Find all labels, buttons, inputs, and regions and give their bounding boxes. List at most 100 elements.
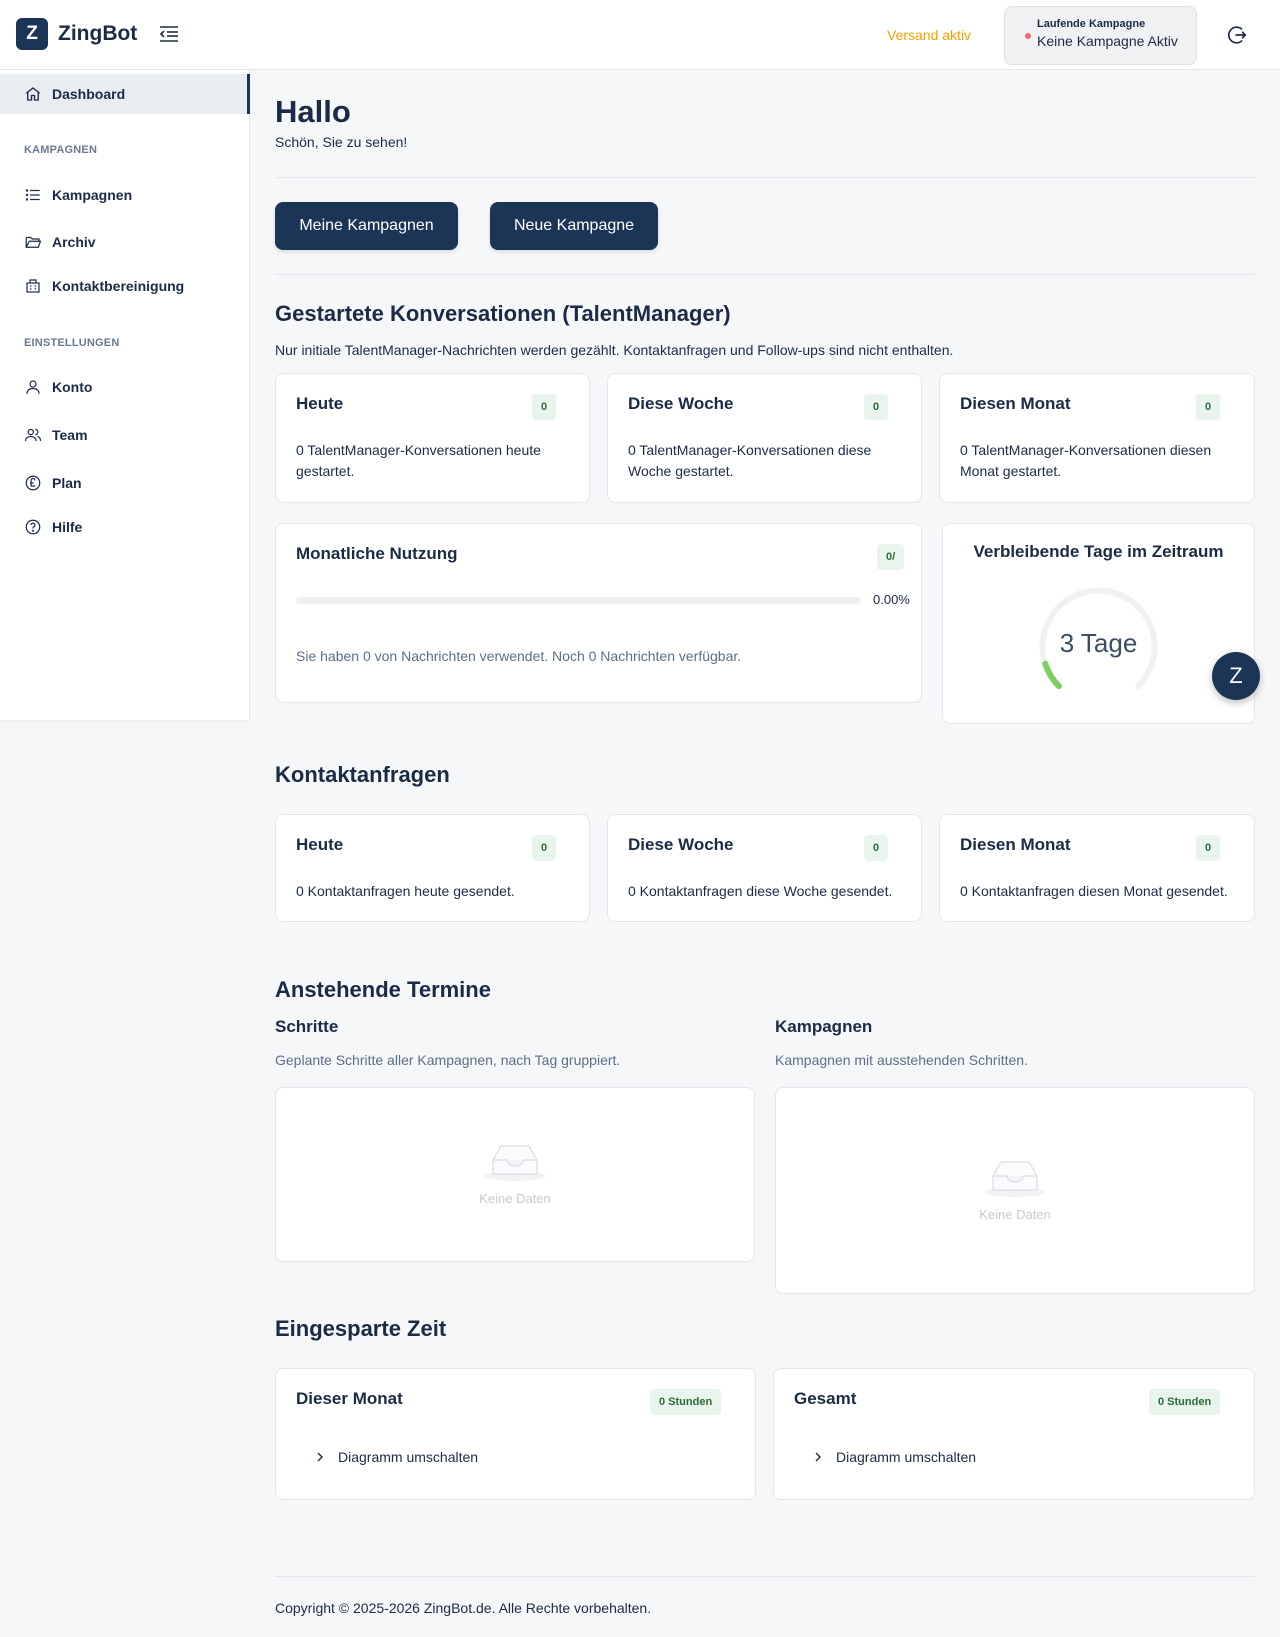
page-title: Hallo bbox=[275, 94, 351, 129]
saved-month-card: Dieser Monat 0 Stunden Diagramm umschalt… bbox=[275, 1368, 756, 1500]
steps-heading: Schritte bbox=[275, 1017, 339, 1036]
count-badge: 0 bbox=[1196, 394, 1221, 420]
contact-card-today: Heute 0 0 Kontaktanfragen heute gesendet… bbox=[275, 814, 590, 922]
chart-toggle[interactable]: Diagramm umschalten bbox=[314, 1449, 478, 1465]
usage-percent: 0.00% bbox=[873, 592, 910, 607]
usage-text: Sie haben 0 von Nachrichten verwendet. N… bbox=[296, 648, 742, 664]
sidebar-item-label: Archiv bbox=[52, 234, 96, 250]
folder-open-icon bbox=[25, 236, 42, 248]
sidebar-item-account[interactable]: Konto bbox=[0, 367, 250, 407]
empty-text: Keine Daten bbox=[979, 1207, 1051, 1222]
sidebar-item-label: Hilfe bbox=[52, 519, 83, 535]
card-title: Diese Woche bbox=[628, 835, 734, 854]
sidebar-item-label: Plan bbox=[52, 475, 82, 491]
help-icon bbox=[25, 519, 41, 535]
gauge-title: Verbleibende Tage im Zeitraum bbox=[973, 542, 1224, 561]
empty-state: Keine Daten bbox=[776, 1156, 1254, 1222]
sidebar-item-label: Team bbox=[52, 427, 88, 443]
gauge-arc bbox=[1042, 660, 1062, 690]
chevron-right-icon bbox=[317, 1452, 323, 1462]
card-title: Gesamt bbox=[794, 1389, 857, 1408]
usage-badge: 0/ bbox=[877, 544, 905, 570]
hours-badge: 0 Stunden bbox=[650, 1389, 722, 1415]
sidebar: Dashboard KAMPAGNEN Kampagnen Archiv Kon… bbox=[0, 70, 250, 720]
sidebar-item-help[interactable]: Hilfe bbox=[0, 507, 250, 547]
my-campaigns-button[interactable]: Meine Kampagnen bbox=[275, 202, 458, 250]
conv-card-month: Diesen Monat 0 0 TalentManager-Konversat… bbox=[939, 373, 1255, 503]
usage-progress-bar bbox=[296, 597, 861, 604]
conv-card-week: Diese Woche 0 0 TalentManager-Konversati… bbox=[607, 373, 922, 503]
sidebar-item-archive[interactable]: Archiv bbox=[0, 222, 250, 262]
chat-assistant-button[interactable]: Z bbox=[1212, 652, 1260, 700]
status-dot bbox=[1025, 33, 1031, 39]
sidebar-item-label: Konto bbox=[52, 379, 93, 395]
conversations-note: Nur initiale TalentManager-Nachrichten w… bbox=[275, 342, 954, 358]
saved-total-card: Gesamt 0 Stunden Diagramm umschalten bbox=[773, 1368, 1255, 1500]
conv-card-today: Heute 0 0 TalentManager-Konversationen h… bbox=[275, 373, 590, 503]
card-text: 0 TalentManager-Konversationen diese Woc… bbox=[628, 442, 872, 479]
page-subtitle: Schön, Sie zu sehen! bbox=[275, 134, 408, 150]
empty-text: Keine Daten bbox=[479, 1191, 551, 1206]
contact-card-week: Diese Woche 0 0 Kontaktanfragen diese Wo… bbox=[607, 814, 922, 922]
card-text: 0 Kontaktanfragen diese Woche gesendet. bbox=[628, 883, 893, 899]
count-badge: 0 bbox=[1196, 835, 1221, 861]
empty-inbox-icon bbox=[985, 1161, 1045, 1197]
empty-inbox-icon bbox=[485, 1145, 545, 1181]
upcoming-heading: Anstehende Termine bbox=[275, 977, 491, 1002]
sidebar-item-campaigns[interactable]: Kampagnen bbox=[0, 175, 250, 215]
card-text: 0 TalentManager-Konversationen diesen Mo… bbox=[960, 442, 1212, 479]
chart-toggle[interactable]: Diagramm umschalten bbox=[812, 1449, 976, 1465]
saved-time-heading: Eingesparte Zeit bbox=[275, 1316, 447, 1341]
divider bbox=[275, 274, 1255, 275]
section-settings: EINSTELLUNGEN bbox=[24, 337, 120, 349]
list-icon bbox=[25, 189, 40, 201]
card-title: Heute bbox=[296, 394, 344, 413]
toggle-label: Diagramm umschalten bbox=[338, 1449, 479, 1465]
divider bbox=[275, 177, 1255, 178]
empty-state: Keine Daten bbox=[276, 1140, 754, 1206]
campaigns-description: Kampagnen mit ausstehenden Schritten. bbox=[775, 1052, 1028, 1068]
card-text: 0 Kontaktanfragen diesen Monat gesendet. bbox=[960, 883, 1228, 899]
user-icon bbox=[26, 380, 40, 394]
count-badge: 0 bbox=[532, 835, 557, 861]
campaigns-heading: Kampagnen bbox=[775, 1017, 873, 1036]
remaining-days-value: 3 Tage bbox=[1059, 628, 1138, 658]
contacts-heading: Kontaktanfragen bbox=[275, 762, 450, 787]
sidebar-item-label: Dashboard bbox=[52, 86, 126, 102]
card-title: Diese Woche bbox=[628, 394, 734, 413]
sidebar-item-team[interactable]: Team bbox=[0, 415, 250, 455]
status-text: Versand aktiv bbox=[887, 27, 972, 43]
toggle-label: Diagramm umschalten bbox=[836, 1449, 977, 1465]
steps-description: Geplante Schritte aller Kampagnen, nach … bbox=[275, 1052, 621, 1068]
logo[interactable]: Z ZingBot bbox=[16, 18, 137, 50]
sidebar-item-dashboard[interactable]: Dashboard bbox=[0, 74, 250, 114]
home-icon bbox=[25, 87, 41, 101]
count-badge: 0 bbox=[864, 394, 889, 420]
section-campaigns: KAMPAGNEN bbox=[24, 144, 98, 156]
contact-card-month: Diesen Monat 0 0 Kontaktanfragen diesen … bbox=[939, 814, 1255, 922]
card-title: Diesen Monat bbox=[960, 394, 1071, 413]
card-title: Dieser Monat bbox=[296, 1389, 403, 1408]
collapse-menu-icon[interactable] bbox=[158, 24, 180, 44]
sidebar-item-contact-cleanup[interactable]: Kontaktbereinigung bbox=[0, 266, 250, 306]
card-title: Diesen Monat bbox=[960, 835, 1071, 854]
footer-copyright: Copyright © 2025-2026 ZingBot.de. Alle R… bbox=[275, 1600, 652, 1616]
running-campaign-box[interactable]: Laufende Kampagne Keine Kampagne Aktiv bbox=[1004, 6, 1197, 65]
chevron-right-icon bbox=[815, 1452, 821, 1462]
sidebar-item-label: Kampagnen bbox=[52, 187, 133, 203]
remaining-days-card: Verbleibende Tage im Zeitraum 3 Tage bbox=[942, 523, 1255, 724]
sidebar-item-label: Kontaktbereinigung bbox=[52, 278, 185, 294]
sidebar-item-plan[interactable]: Plan bbox=[0, 463, 250, 503]
card-title: Monatliche Nutzung bbox=[296, 544, 458, 563]
footer-divider bbox=[275, 1576, 1255, 1577]
card-title: Heute bbox=[296, 835, 344, 854]
conversations-heading: Gestartete Konversationen (TalentManager… bbox=[275, 301, 731, 326]
logo-badge: Z bbox=[16, 18, 48, 50]
hours-badge: 0 Stunden bbox=[1149, 1389, 1221, 1415]
new-campaign-button[interactable]: Neue Kampagne bbox=[490, 202, 658, 250]
running-campaign-value: Keine Kampagne Aktiv bbox=[1037, 33, 1178, 49]
app-name: ZingBot bbox=[58, 22, 138, 45]
logout-icon[interactable] bbox=[1226, 24, 1248, 46]
users-icon bbox=[24, 428, 42, 442]
card-text: 0 TalentManager-Konversationen heute ges… bbox=[296, 442, 541, 479]
